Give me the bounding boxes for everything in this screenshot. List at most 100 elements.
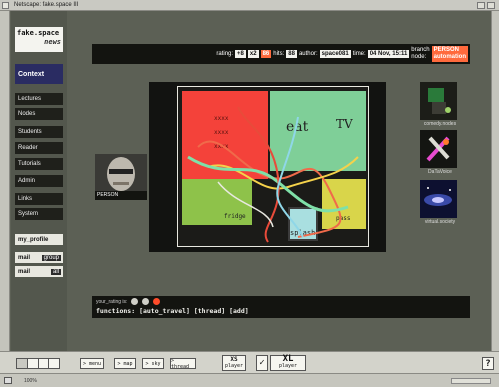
- function-auto-travel[interactable]: [auto_travel]: [139, 307, 190, 315]
- xl-sublabel: player: [278, 363, 298, 369]
- thumb-caption: comedy.nodes: [423, 121, 457, 127]
- author-value[interactable]: space081: [319, 50, 351, 58]
- mail-group-tag: group: [41, 254, 61, 261]
- rate-minus-icon[interactable]: [131, 298, 139, 305]
- mail-group-button[interactable]: mail group: [15, 252, 63, 263]
- functions-row: functions: [auto_travel] [thread] [add]: [96, 307, 466, 315]
- nav-label: Admin: [18, 178, 36, 184]
- layout-toggle-icon[interactable]: [16, 358, 60, 369]
- rating-value[interactable]: +8: [235, 50, 246, 58]
- rate-neutral-icon[interactable]: [142, 298, 150, 305]
- time-label: time:: [352, 51, 366, 57]
- thumb-virtual-society[interactable]: [420, 180, 457, 218]
- status-progress-track: [451, 377, 491, 384]
- nav-label: Reader: [18, 145, 38, 151]
- nav-item-links[interactable]: Links: [15, 193, 63, 205]
- nav-item-system[interactable]: System: [15, 208, 63, 220]
- thread-button[interactable]: > thread: [170, 357, 196, 370]
- author-portrait[interactable]: PERSON: [95, 154, 147, 200]
- xs-player-button[interactable]: XS player: [222, 355, 246, 371]
- logo-subtitle: news: [44, 38, 61, 46]
- function-add[interactable]: [add]: [229, 307, 249, 315]
- window-titlebar: Netscape: fake.space III: [0, 0, 499, 11]
- nav-item-tutorials[interactable]: Tutorials: [15, 158, 63, 170]
- your-rating-label: your_rating is:: [96, 298, 128, 305]
- window-menu-icon[interactable]: [2, 1, 9, 9]
- button-label: > thread: [171, 357, 190, 370]
- nav-label: System: [18, 211, 39, 217]
- button-label: > menu: [82, 360, 102, 367]
- xs-sublabel: player: [224, 363, 244, 369]
- xl-label: XL: [282, 354, 294, 364]
- branch-node-value[interactable]: PERSON automation: [431, 46, 468, 62]
- tools-icon: [420, 130, 457, 168]
- nav-label: Tutorials: [18, 161, 41, 167]
- nav-label: Students: [18, 129, 42, 135]
- nav-item-reader[interactable]: Reader: [15, 142, 63, 154]
- nav-label: Nodes: [18, 111, 36, 117]
- thumb-datavoice[interactable]: [420, 130, 457, 168]
- my-profile-button[interactable]: my_profile: [15, 234, 63, 245]
- rating-multiplier: x2: [247, 50, 259, 58]
- mail-all-tag: all: [50, 268, 61, 275]
- button-label: > map: [117, 360, 133, 367]
- movement-paths: [187, 106, 359, 243]
- branch-label-line2: node:: [411, 54, 427, 60]
- zoom-level: 100%: [24, 377, 37, 384]
- portrait-caption: PERSON: [95, 191, 147, 200]
- bottom-toolbar: > menu > map > sky > thread XS player ✓ …: [0, 351, 499, 373]
- functions-bar: your_rating is: functions: [auto_travel]…: [92, 296, 470, 318]
- functions-label: functions:: [96, 307, 136, 315]
- branch-value-line2: automation: [433, 54, 466, 60]
- branch-label-line1: branch: [411, 47, 430, 53]
- robot-icon: [420, 82, 457, 120]
- maximize-icon[interactable]: [487, 1, 495, 9]
- left-frame: [0, 11, 10, 351]
- right-scroll-frame[interactable]: [491, 11, 499, 351]
- author-label: author:: [298, 51, 318, 57]
- nav-item-students[interactable]: Students: [15, 126, 63, 138]
- branch-value-line1: PERSON: [433, 47, 459, 53]
- site-logo[interactable]: fake.space news: [15, 27, 63, 52]
- context-label: Context: [18, 70, 45, 78]
- nav-label: Lectures: [18, 96, 42, 102]
- nav-item-nodes[interactable]: Nodes: [15, 108, 63, 120]
- rate-plus-icon[interactable]: [153, 298, 161, 305]
- minimize-icon[interactable]: [477, 1, 485, 9]
- my-profile-label: my_profile: [18, 236, 49, 243]
- thumb-caption: virtual.society: [424, 219, 456, 225]
- logo-text: fake.space: [17, 29, 60, 37]
- button-label: > sky: [145, 360, 161, 367]
- security-lock-icon[interactable]: [4, 377, 12, 384]
- thumb-caption: DaTaVoice: [428, 169, 452, 175]
- rating-label: rating:: [216, 51, 234, 57]
- map-button[interactable]: > map: [114, 358, 136, 369]
- rating-score: 86: [260, 50, 272, 58]
- thumb-comedy-nodes[interactable]: [420, 82, 457, 120]
- function-thread[interactable]: [thread]: [194, 307, 225, 315]
- status-bar: 100%: [0, 373, 499, 387]
- hits-label: hits:: [273, 51, 285, 57]
- nav-item-lectures[interactable]: Lectures: [15, 93, 63, 105]
- xl-player-button[interactable]: XL player: [270, 355, 306, 371]
- node-info-header: rating: +8 x2 86 hits: 88 author: space0…: [92, 44, 470, 64]
- window-controls: [477, 1, 499, 9]
- floor-plan-map[interactable]: xxxx xxxx xxxx eat TV fridge splash pass: [177, 86, 369, 247]
- nav-label: Links: [18, 196, 33, 202]
- window-title: Netscape: fake.space III: [14, 2, 79, 8]
- your-rating-row: your_rating is:: [96, 298, 466, 305]
- help-button[interactable]: ?: [482, 357, 494, 370]
- help-label: ?: [485, 358, 491, 369]
- sky-button[interactable]: > sky: [142, 358, 164, 369]
- galaxy-icon: [420, 180, 457, 218]
- context-heading: Context: [15, 64, 63, 84]
- branch-node-label: branch node:: [411, 47, 429, 61]
- hits-value: 88: [286, 50, 297, 58]
- time-value: 04 Nov, 15:11: [367, 50, 410, 58]
- menu-button[interactable]: > menu: [80, 358, 104, 369]
- mail-all-button[interactable]: mail all: [15, 266, 63, 277]
- mail-label: mail: [18, 268, 31, 275]
- nav-item-admin[interactable]: Admin: [15, 175, 63, 187]
- mail-label: mail: [18, 254, 31, 261]
- xl-checkbox[interactable]: ✓: [256, 355, 268, 371]
